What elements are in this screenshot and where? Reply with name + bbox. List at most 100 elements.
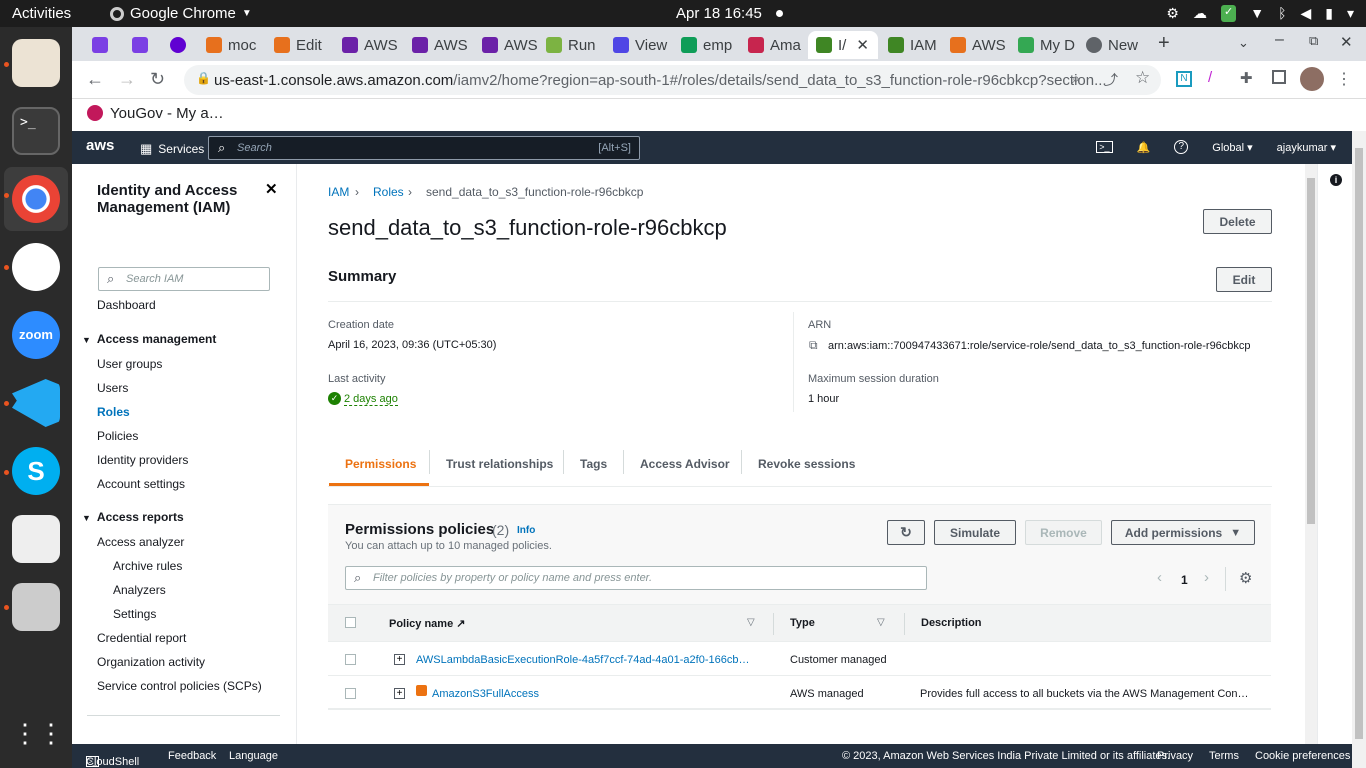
copy-icon[interactable]: ⧉ <box>809 338 818 353</box>
simulate-button[interactable]: Simulate <box>934 520 1016 545</box>
tab-active[interactable]: I/ ✕ <box>808 31 878 59</box>
tab-access-advisor[interactable]: Access Advisor <box>640 457 730 471</box>
row-checkbox[interactable] <box>345 654 356 665</box>
extensions-puzzle-icon[interactable]: ✚ <box>1240 69 1253 87</box>
vscode-icon[interactable] <box>12 379 60 427</box>
row-checkbox[interactable] <box>345 688 356 699</box>
services-menu[interactable]: ▦ Services <box>140 141 204 157</box>
new-tab-icon[interactable]: + <box>1158 32 1170 55</box>
tab[interactable]: AWS <box>474 31 542 59</box>
tab[interactable]: Run <box>538 31 606 59</box>
console-search-input[interactable]: ⌕ Search [Alt+S] <box>208 136 640 160</box>
bookmark-star-icon[interactable]: ☆ <box>1135 68 1150 88</box>
image-viewer-icon[interactable] <box>12 583 60 631</box>
share-icon[interactable]: ⤴ <box>1104 70 1118 90</box>
privacy-link[interactable]: Privacy <box>1157 750 1193 762</box>
column-header-type[interactable]: Type <box>790 617 815 629</box>
page-number[interactable]: 1 <box>1181 573 1188 587</box>
sidebar-item-archive-rules[interactable]: Archive rules <box>113 559 182 573</box>
reload-icon[interactable]: ↻ <box>150 69 165 90</box>
sidebar-item-organization-activity[interactable]: Organization activity <box>97 655 205 669</box>
url-field[interactable]: 🔒 us-east-1.console.aws.amazon.com/iamv2… <box>184 65 1161 95</box>
scrollbar-thumb[interactable] <box>1307 178 1315 524</box>
scrollbar-thumb[interactable] <box>1355 148 1363 739</box>
side-panel-icon[interactable] <box>1272 70 1286 84</box>
app-menu[interactable]: Google Chrome ▼ <box>110 5 252 22</box>
tab-search-icon[interactable]: ⌄ <box>1238 35 1249 51</box>
tab[interactable]: AWS <box>334 31 402 59</box>
sidebar-item-users[interactable]: Users <box>97 381 128 395</box>
add-permissions-button[interactable]: Add permissions ▼ <box>1111 520 1255 545</box>
sidebar-item-credential-report[interactable]: Credential report <box>97 631 186 645</box>
chrome-icon[interactable] <box>12 175 60 223</box>
sidebar-item-user-groups[interactable]: User groups <box>97 357 162 371</box>
sidebar-item-identity-providers[interactable]: Identity providers <box>97 453 188 467</box>
sidebar-section-access-management[interactable]: ▼ Access management <box>82 332 216 346</box>
tab[interactable]: Ama <box>740 31 808 59</box>
tab[interactable] <box>162 31 194 59</box>
tab-tags[interactable]: Tags <box>580 457 607 471</box>
select-all-checkbox[interactable] <box>345 617 356 628</box>
next-page-icon[interactable]: › <box>1204 569 1209 586</box>
remove-button[interactable]: Remove <box>1025 520 1102 545</box>
sidebar-item-policies[interactable]: Policies <box>97 429 138 443</box>
forward-icon[interactable]: → <box>118 69 136 90</box>
prev-page-icon[interactable]: ‹ <box>1157 569 1162 586</box>
close-tab-icon[interactable]: ✕ <box>856 36 869 54</box>
profile-avatar[interactable] <box>1300 67 1324 91</box>
info-icon[interactable]: i <box>1330 174 1342 186</box>
extension-pen-icon[interactable]: / <box>1208 69 1212 86</box>
cloudshell-icon[interactable]: >_ <box>1096 141 1113 153</box>
help-icon[interactable]: ? <box>1174 140 1189 154</box>
tab-trust-relationships[interactable]: Trust relationships <box>446 457 553 471</box>
sort-caret-icon[interactable]: ▽ <box>747 617 755 628</box>
policy-name-link[interactable]: AWSLambdaBasicExecutionRole-4a5f7ccf-74a… <box>416 654 749 666</box>
tab[interactable]: New <box>1078 31 1144 59</box>
expand-icon[interactable]: + <box>394 688 405 699</box>
terms-link[interactable]: Terms <box>1209 750 1239 762</box>
column-header-description[interactable]: Description <box>921 617 982 629</box>
tab[interactable]: emp <box>673 31 741 59</box>
sidebar-search-input[interactable]: ⌕ Search IAM <box>98 267 270 291</box>
sidebar-item-analyzers[interactable]: Analyzers <box>113 583 166 597</box>
close-window-icon[interactable]: ✕ <box>1340 33 1353 51</box>
close-sidebar-icon[interactable]: ✕ <box>265 180 278 198</box>
chrome-menu-icon[interactable]: ⋮ <box>1336 69 1352 89</box>
tab[interactable]: moc <box>198 31 262 59</box>
settings-gear-icon[interactable]: ⚙ <box>1239 569 1252 587</box>
tab[interactable]: View <box>605 31 673 59</box>
sidebar-item-settings[interactable]: Settings <box>113 607 156 621</box>
tab[interactable] <box>124 31 156 59</box>
sidebar-item-account-settings[interactable]: Account settings <box>97 477 185 491</box>
aws-logo[interactable]: aws <box>86 137 114 154</box>
content-scrollbar[interactable] <box>1305 164 1317 744</box>
back-icon[interactable]: ← <box>86 69 104 90</box>
document-viewer-icon[interactable] <box>12 515 60 563</box>
zoom-icon[interactable]: ⌕ <box>1072 70 1080 87</box>
slack-icon[interactable] <box>12 243 60 291</box>
expand-icon[interactable]: + <box>394 654 405 665</box>
tab-permissions[interactable]: Permissions <box>345 457 416 471</box>
tab[interactable]: IAM <box>880 31 948 59</box>
filter-policies-input[interactable]: ⌕ Filter policies by property or policy … <box>345 566 927 590</box>
zoom-icon[interactable]: zoom <box>12 311 60 359</box>
page-scrollbar[interactable] <box>1352 131 1366 768</box>
tab[interactable]: AWS <box>942 31 1010 59</box>
minimize-icon[interactable]: – <box>1275 31 1284 49</box>
extension-n-icon[interactable]: N <box>1176 71 1192 87</box>
feedback-link[interactable]: Feedback <box>168 750 216 762</box>
cookie-preferences-link[interactable]: Cookie preferences <box>1255 750 1350 762</box>
breadcrumb-roles[interactable]: Roles <box>373 185 404 199</box>
bookmark-item[interactable]: YouGov - My a… <box>110 105 224 122</box>
tab[interactable]: My D <box>1010 31 1078 59</box>
language-link[interactable]: Language <box>229 750 278 762</box>
policy-name-link[interactable]: AmazonS3FullAccess <box>432 688 539 700</box>
clock[interactable]: Apr 18 16:45 <box>676 5 762 22</box>
table-row[interactable]: + AmazonS3FullAccess AWS managed Provide… <box>328 676 1271 710</box>
table-row[interactable]: + AWSLambdaBasicExecutionRole-4a5f7ccf-7… <box>328 642 1271 676</box>
tab[interactable] <box>84 31 116 59</box>
info-link[interactable]: Info <box>517 525 535 536</box>
notifications-bell-icon[interactable]: 🔔 <box>1137 141 1151 154</box>
files-icon[interactable] <box>12 39 60 87</box>
terminal-icon[interactable]: >_ <box>12 107 60 155</box>
